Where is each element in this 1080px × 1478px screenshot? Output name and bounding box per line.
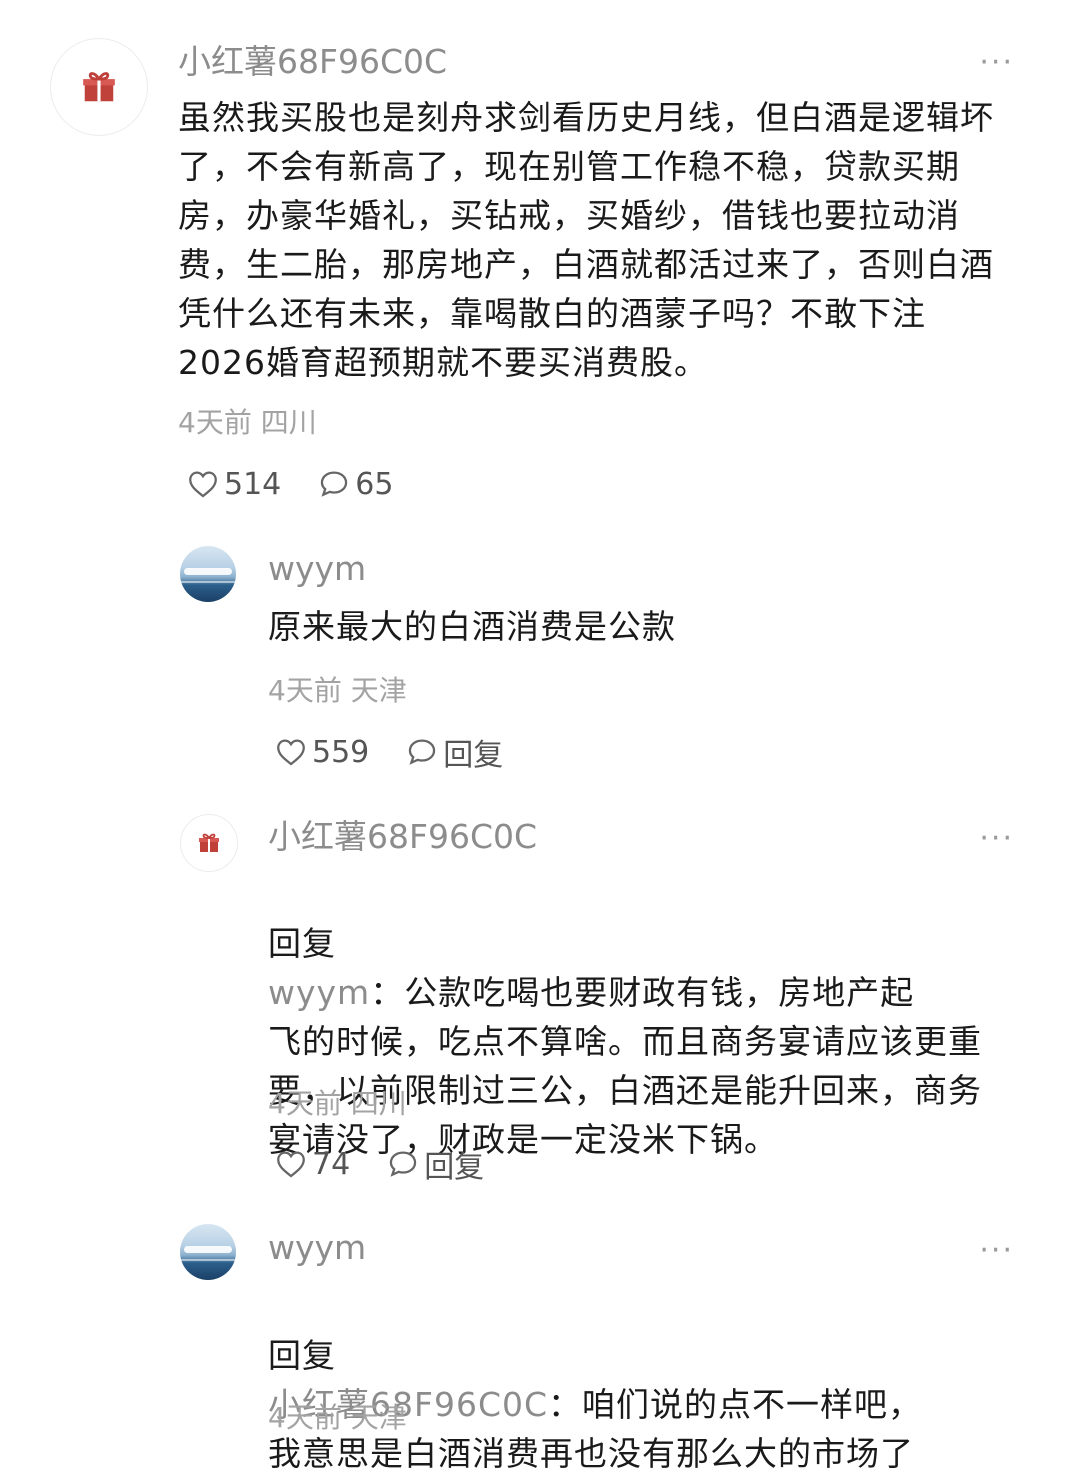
reply-count: 65: [355, 466, 394, 502]
comment-location: 天津: [350, 1401, 407, 1434]
more-options-icon[interactable]: ···: [979, 824, 1014, 854]
reply-prefix: 回复: [268, 1336, 336, 1375]
avatar[interactable]: [180, 546, 236, 602]
comment-location: 天津: [350, 674, 407, 707]
like-button[interactable]: 559: [274, 735, 369, 770]
like-button[interactable]: 74: [274, 1147, 350, 1182]
comment-bubble-icon: [409, 739, 436, 765]
comment-4: wyym ··· 回复 小红薯68F96C0C：咱们说的点不一样吧， 我意思是白…: [0, 1210, 1080, 1473]
reply-prefix: 回复: [268, 924, 336, 963]
comment-3: 小红薯68F96C0C ··· 回复 wyym：公款吃喝也要财政有钱，房地产起 …: [0, 790, 1080, 1210]
like-button[interactable]: 514: [186, 467, 281, 502]
comment-actions: 559 回复: [274, 730, 539, 774]
like-count: 514: [224, 466, 282, 502]
reply-label: 回复: [424, 1150, 485, 1185]
comment-username[interactable]: wyym: [268, 1228, 366, 1268]
comment-bubble-icon: [321, 471, 348, 497]
reply-button[interactable]: 回复: [405, 730, 503, 774]
comment-time: 4天前: [268, 1401, 342, 1434]
comment-meta: 4天前 天津: [268, 1400, 407, 1436]
sky-sea-avatar-cloud: [184, 1246, 232, 1254]
comment-meta: 4天前 天津: [268, 673, 407, 709]
heart-icon: [277, 739, 305, 766]
more-options-icon[interactable]: ···: [979, 1236, 1014, 1266]
comment-text: 虽然我买股也是刻舟求剑看历史月线，但白酒是逻辑坏 了，不会有新高了，现在别管工作…: [178, 98, 994, 382]
comment-actions: 514 65: [186, 464, 429, 504]
comment-meta: 4天前 四川: [268, 1086, 407, 1122]
sky-sea-avatar-sea: [180, 580, 236, 583]
comment-location: 四川: [350, 1087, 407, 1120]
like-count: 559: [312, 734, 370, 770]
avatar[interactable]: [180, 814, 238, 872]
comment-username[interactable]: wyym: [268, 549, 366, 589]
comment-bubble-icon: [390, 1151, 417, 1177]
reply-count-button[interactable]: 65: [317, 467, 393, 502]
comment-text: 原来最大的白酒消费是公款: [268, 607, 676, 646]
like-count: 74: [312, 1146, 351, 1182]
comment-text: 回复 小红薯68F96C0C：咱们说的点不一样吧， 我意思是白酒消费再也没有那么…: [268, 1282, 1028, 1478]
reply-target-username[interactable]: wyym: [268, 973, 370, 1012]
comment-time: 4天前: [268, 674, 342, 707]
reply-label: 回复: [443, 738, 504, 773]
comment-location: 四川: [260, 406, 317, 439]
comment-meta: 4天前 四川: [178, 405, 317, 441]
comment-username[interactable]: 小红薯68F96C0C: [178, 42, 447, 82]
heart-icon: [189, 471, 217, 498]
more-options-icon[interactable]: ···: [979, 48, 1014, 78]
avatar[interactable]: [180, 1224, 236, 1280]
comment-time: 4天前: [268, 1087, 342, 1120]
comment-time: 4天前: [178, 406, 252, 439]
reply-colon: ：: [370, 973, 405, 1012]
reply-colon: ：: [548, 1385, 583, 1424]
comment-1: 小红薯68F96C0C ··· 虽然我买股也是刻舟求剑看历史月线，但白酒是逻辑坏…: [0, 0, 1080, 520]
sky-sea-avatar-cloud: [184, 568, 232, 576]
comment-username[interactable]: 小红薯68F96C0C: [268, 817, 537, 857]
comment-actions: 74 回复: [274, 1142, 520, 1186]
comment-2: wyym 原来最大的白酒消费是公款 4天前 天津 559 回复: [0, 520, 1080, 790]
reply-button[interactable]: 回复: [386, 1142, 484, 1186]
sky-sea-avatar-sea: [180, 1258, 236, 1261]
gift-icon: [83, 72, 115, 102]
avatar[interactable]: [50, 38, 148, 136]
heart-icon: [277, 1151, 305, 1178]
gift-icon: [199, 833, 219, 852]
